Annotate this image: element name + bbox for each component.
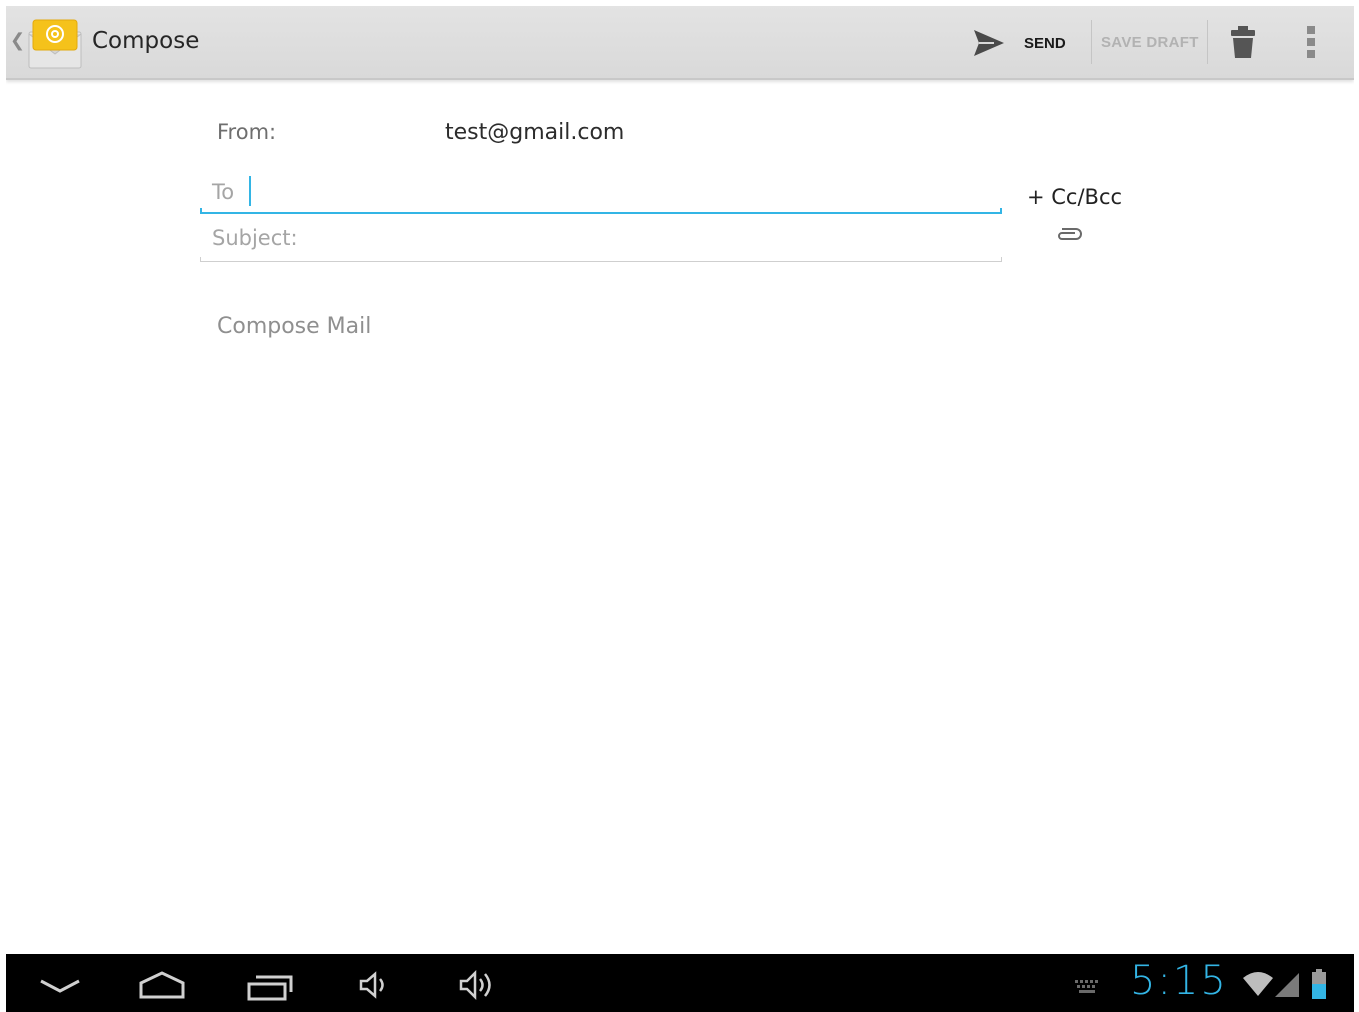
email-app-icon[interactable] [26,18,84,72]
to-placeholder: To [212,180,235,204]
from-account[interactable]: test@gmail.com [445,120,624,145]
up-caret-icon[interactable]: ❮ [10,30,25,51]
system-bar: 5:15 [6,954,1354,1012]
home-icon[interactable] [138,970,186,1000]
recent-apps-icon[interactable] [246,972,294,1002]
volume-down-icon[interactable] [358,970,390,1000]
signal-icon [1275,973,1299,997]
send-icon [974,30,1004,56]
action-bar: ❮ Compose SEND SAVE DRAFT [6,6,1354,80]
subject-underline [200,257,1002,262]
save-draft-button[interactable]: SAVE DRAFT [1101,34,1199,51]
battery-icon [1312,969,1326,999]
volume-up-icon[interactable] [458,968,498,1002]
page-title: Compose [92,28,200,54]
divider [1091,20,1092,64]
text-cursor [249,176,251,206]
hide-keyboard-icon[interactable] [38,976,82,996]
paperclip-icon[interactable] [1054,226,1084,242]
from-label: From: [217,120,277,144]
send-label: SEND [1024,34,1066,52]
overflow-menu-icon[interactable] [1306,24,1316,60]
subject-field[interactable]: Subject: [200,218,1002,262]
send-button[interactable]: SEND [972,22,1066,64]
cc-bcc-button[interactable]: + Cc/Bcc [1027,185,1122,209]
wifi-icon [1243,972,1273,996]
divider [1207,20,1208,64]
to-underline [200,208,1002,214]
subject-placeholder: Subject: [212,226,298,250]
compose-body-field[interactable]: Compose Mail [217,314,371,339]
compose-screen: ❮ Compose SEND SAVE DRAFT From: test@gma… [6,6,1354,1012]
trash-icon[interactable] [1230,24,1256,60]
keyboard-icon [1075,980,1098,993]
clock[interactable]: 5:15 [1130,958,1228,1004]
to-field[interactable]: To [200,170,1002,214]
